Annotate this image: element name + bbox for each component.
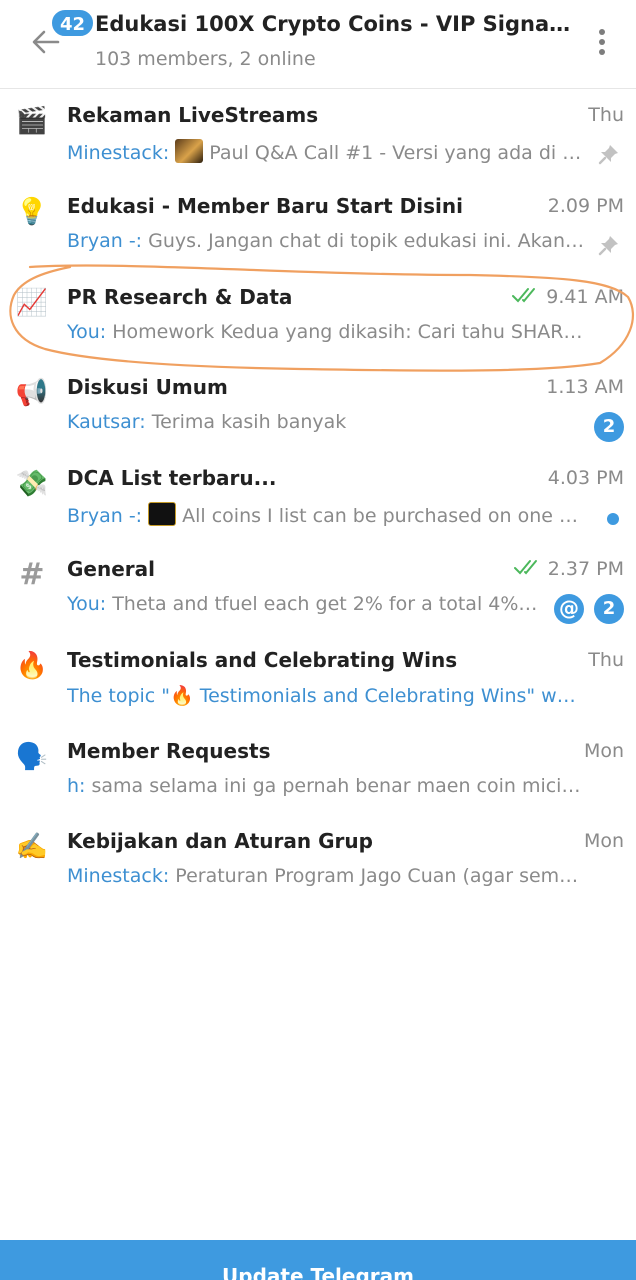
preview-sender: Bryan -:	[67, 229, 143, 252]
unread-count-badge: 42	[50, 8, 96, 38]
preview-text: Terima kasih banyak	[151, 411, 347, 434]
topic-time: 9.41 AM	[512, 286, 624, 308]
preview-text: Guys. Jangan chat di topik edukasi ini. …	[148, 229, 587, 252]
topic-title: Rekaman LiveStreams	[67, 103, 319, 127]
topic-item[interactable]: 📈 PR Research & Data 9.41 AM You: Homewo…	[0, 271, 636, 362]
chat-members-status: 103 members, 2 online	[95, 48, 316, 70]
topic-time: Thu	[588, 648, 624, 671]
topic-title: Edukasi - Member Baru Start Disini	[67, 193, 463, 218]
topic-preview: h: sama selama ini ga pernah benar maen …	[67, 775, 587, 797]
preview-text: Peraturan Program Jago Cuan (agar semua …	[175, 865, 587, 888]
more-options-icon[interactable]	[590, 26, 614, 62]
double-check-icon	[513, 559, 537, 575]
topic-preview: The topic "🔥 Testimonials and Celebratin…	[67, 684, 587, 707]
light-bulb-icon: 💡	[15, 196, 49, 227]
topic-time: Mon	[583, 739, 624, 762]
topic-item[interactable]: 🎬 Rekaman LiveStreams Thu Minestack: Pau…	[0, 89, 636, 180]
update-telegram-button[interactable]: Update Telegram	[0, 1240, 636, 1280]
topic-item[interactable]: 📢 Diskusi Umum 1.13 AM Kautsar: Terima k…	[0, 361, 636, 452]
topic-preview: Kautsar: Terima kasih banyak	[67, 411, 587, 433]
unread-dot	[607, 513, 619, 526]
topic-preview: You: Homework Kedua yang dikasih: Cari t…	[67, 321, 587, 343]
clapper-board-icon: 🎬	[15, 106, 49, 136]
megaphone-icon: 📢	[15, 378, 49, 409]
topic-item[interactable]: 💡 Edukasi - Member Baru Start Disini 2.0…	[0, 180, 636, 271]
topic-preview: Bryan -: Guys. Jangan chat di topik eduk…	[67, 230, 587, 252]
topic-title: PR Research & Data	[67, 284, 293, 309]
fire-icon: 🔥	[15, 650, 49, 681]
preview-sender: Minestack:	[67, 865, 170, 888]
topic-preview: Bryan -: All coins I list can be purchas…	[67, 502, 587, 527]
mention-badge: @	[554, 593, 584, 624]
double-check-icon	[512, 287, 536, 303]
topic-time: Mon	[583, 830, 624, 853]
topic-title: General	[67, 556, 155, 581]
topic-item[interactable]: # General 2.37 PM You: Theta and tfuel e…	[0, 543, 636, 634]
topic-time: 2.09 PM	[547, 194, 624, 217]
unread-count-badge: 2	[594, 412, 624, 443]
hash-icon: #	[19, 556, 45, 592]
writing-hand-icon: ✍️	[15, 832, 49, 863]
topic-title: Kebijakan dan Aturan Grup	[67, 829, 373, 854]
topic-title: Member Requests	[67, 738, 271, 763]
topic-time: 1.13 AM	[546, 376, 624, 399]
unread-count-badge: 2	[594, 593, 624, 624]
preview-text: Theta and tfuel each get 2% for a total …	[112, 592, 542, 615]
preview-text: Paul Q&A Call #1 - Versi yang ada di You…	[209, 142, 587, 164]
preview-text: All coins I list can be purchased on one…	[182, 505, 587, 528]
preview-sender: You:	[67, 592, 107, 615]
topic-item[interactable]: ✍️ Kebijakan dan Aturan Grup Mon Minesta…	[0, 815, 636, 906]
speaking-head-icon: 🗣️	[15, 741, 49, 772]
chart-increasing-icon: 📈	[15, 287, 49, 318]
pin-icon	[598, 145, 618, 165]
media-thumbnail	[175, 139, 204, 163]
pin-icon	[598, 235, 618, 255]
topic-title: Testimonials and Celebrating Wins	[67, 647, 458, 672]
topic-title: Diskusi Umum	[67, 375, 228, 400]
topic-time: Thu	[588, 104, 624, 126]
media-thumbnail	[148, 502, 177, 527]
topic-time: 2.37 PM	[513, 558, 624, 580]
money-with-wings-icon: 💸	[15, 469, 49, 500]
topic-item[interactable]: 💸 DCA List terbaru... 4.03 PM Bryan -: A…	[0, 452, 636, 543]
topic-preview: Minestack: Paul Q&A Call #1 - Versi yang…	[67, 139, 587, 164]
topic-item[interactable]: 🔥 Testimonials and Celebrating Wins Thu …	[0, 634, 636, 725]
topic-preview: Minestack: Peraturan Program Jago Cuan (…	[67, 865, 587, 887]
preview-sender: You:	[67, 320, 107, 343]
preview-sender: Bryan -:	[67, 505, 143, 528]
preview-sender: h:	[67, 774, 86, 797]
topic-list: 🎬 Rekaman LiveStreams Thu Minestack: Pau…	[0, 89, 636, 906]
preview-text: sama selama ini ga pernah benar maen coi…	[91, 774, 588, 797]
preview-sender: Minestack:	[67, 142, 170, 164]
topic-title: DCA List terbaru...	[67, 466, 277, 491]
topic-item[interactable]: 🗣️ Member Requests Mon h: sama selama in…	[0, 725, 636, 816]
chat-title[interactable]: Edukasi 100X Crypto Coins - VIP Signals …	[95, 12, 575, 36]
topic-preview: You: Theta and tfuel each get 2% for a t…	[67, 593, 542, 615]
preview-text: Homework Kedua yang dikasih: Cari tahu S…	[112, 320, 587, 343]
topic-time: 4.03 PM	[547, 467, 624, 490]
preview-sender: Kautsar:	[67, 411, 146, 434]
chat-header: 42 Edukasi 100X Crypto Coins - VIP Signa…	[0, 0, 636, 89]
